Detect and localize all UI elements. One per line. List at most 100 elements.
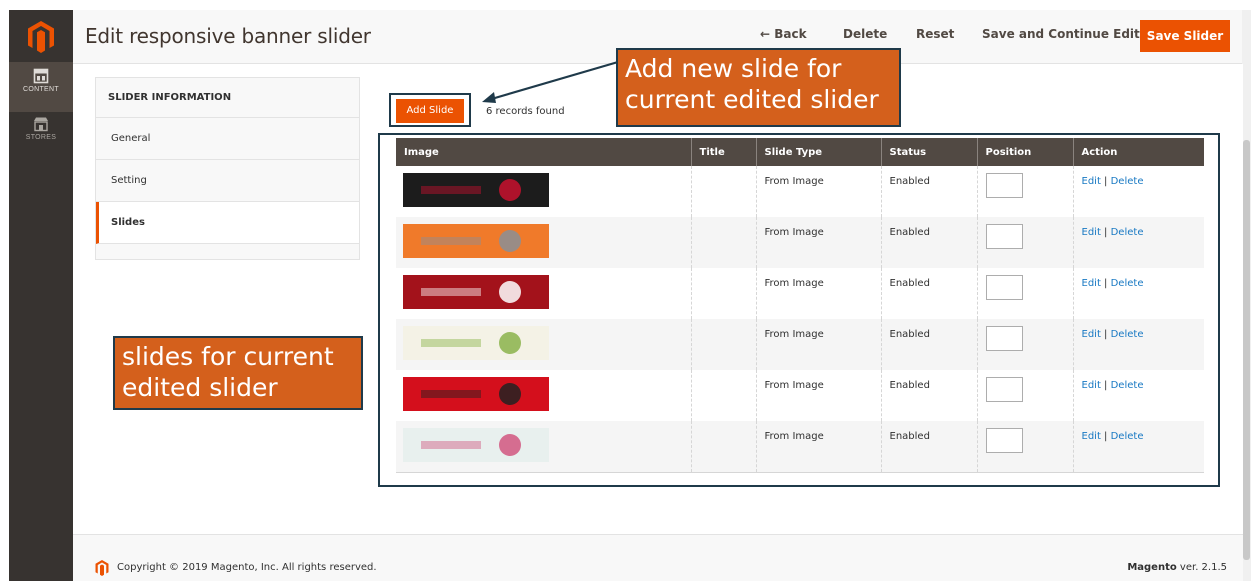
thumbnail-accent [499, 383, 521, 405]
delete-link[interactable]: Delete [1111, 176, 1144, 187]
save-continue-button[interactable]: Save and Continue Edit [982, 27, 1140, 41]
table-row: From Image Enabled Edit | Delete [396, 370, 1204, 421]
slide-thumbnail [403, 173, 549, 207]
position-input[interactable] [985, 326, 1023, 351]
cell-status: Enabled [881, 217, 978, 268]
brand-name: Magento [1127, 562, 1177, 573]
cell-action: Edit | Delete [1073, 166, 1204, 217]
callout-add-slide: Add new slide for current edited slider [616, 48, 901, 127]
edit-link[interactable]: Edit [1082, 278, 1101, 289]
thumbnail-band [421, 237, 481, 245]
cell-position [977, 166, 1074, 217]
stores-icon [34, 117, 48, 132]
cell-action: Edit | Delete [1073, 319, 1204, 370]
cell-status: Enabled [881, 268, 978, 319]
save-slider-button[interactable]: Save Slider [1140, 20, 1230, 52]
delete-link[interactable]: Delete [1111, 329, 1144, 340]
cell-slide-type: From Image [756, 319, 882, 370]
scrollbar-thumb[interactable] [1243, 140, 1250, 560]
version-number: ver. 2.1.5 [1176, 562, 1227, 573]
cell-slide-type: From Image [756, 217, 882, 268]
cell-title [691, 319, 757, 370]
tab-setting[interactable]: Setting [96, 160, 359, 202]
delete-link[interactable]: Delete [1111, 380, 1144, 391]
cell-image [396, 370, 692, 421]
thumbnail-accent [499, 281, 521, 303]
position-input[interactable] [985, 377, 1023, 402]
edit-link[interactable]: Edit [1082, 380, 1101, 391]
delete-link[interactable]: Delete [1111, 431, 1144, 442]
cell-slide-type: From Image [756, 268, 882, 319]
position-input[interactable] [985, 173, 1023, 198]
cell-position [977, 217, 1074, 268]
position-input[interactable] [985, 224, 1023, 249]
magento-logo-icon[interactable] [27, 20, 55, 54]
admin-page: CONTENT STORES Edit responsive banner sl… [0, 0, 1251, 581]
column-header-title[interactable]: Title [691, 138, 757, 166]
thumbnail-band [421, 390, 481, 398]
cell-position [977, 319, 1074, 370]
cell-title [691, 421, 757, 473]
edit-link[interactable]: Edit [1082, 431, 1101, 442]
cell-slide-type: From Image [756, 421, 882, 473]
thumbnail-accent [499, 230, 521, 252]
cell-status: Enabled [881, 319, 978, 370]
delete-link[interactable]: Delete [1111, 227, 1144, 238]
table-row: From Image Enabled Edit | Delete [396, 217, 1204, 268]
action-separator: | [1100, 278, 1111, 289]
add-slide-button[interactable]: Add Slide [396, 99, 464, 123]
action-separator: | [1100, 227, 1111, 238]
cell-slide-type: From Image [756, 370, 882, 421]
content-icon [33, 68, 49, 84]
cell-image [396, 217, 692, 268]
magento-footer-logo-icon [95, 560, 109, 576]
cell-status: Enabled [881, 421, 978, 473]
slider-tabs: SLIDER INFORMATION General Setting Slide… [95, 77, 360, 260]
thumbnail-band [421, 186, 481, 194]
slide-thumbnail [403, 224, 549, 258]
page-scrollbar[interactable] [1242, 10, 1251, 581]
slide-thumbnail [403, 428, 549, 462]
cell-status: Enabled [881, 370, 978, 421]
table-row: From Image Enabled Edit | Delete [396, 268, 1204, 319]
grid-header-row: Image Title Slide Type Status Position A… [396, 138, 1204, 166]
delete-button[interactable]: Delete [843, 27, 887, 41]
nav-item-label: CONTENT [23, 86, 59, 93]
cell-status: Enabled [881, 166, 978, 217]
page-title: Edit responsive banner slider [85, 24, 371, 48]
action-separator: | [1100, 380, 1111, 391]
edit-link[interactable]: Edit [1082, 329, 1101, 340]
cell-image [396, 268, 692, 319]
delete-link[interactable]: Delete [1111, 278, 1144, 289]
page-footer: Copyright © 2019 Magento, Inc. All right… [73, 534, 1243, 581]
cell-action: Edit | Delete [1073, 268, 1204, 319]
column-header-position[interactable]: Position [977, 138, 1074, 166]
cell-action: Edit | Delete [1073, 421, 1204, 473]
column-header-image[interactable]: Image [396, 138, 692, 166]
cell-position [977, 421, 1074, 473]
cell-image [396, 421, 692, 473]
tab-slides[interactable]: Slides [96, 202, 359, 244]
edit-link[interactable]: Edit [1082, 227, 1101, 238]
slide-thumbnail [403, 275, 549, 309]
cell-title [691, 217, 757, 268]
edit-link[interactable]: Edit [1082, 176, 1101, 187]
column-header-status[interactable]: Status [881, 138, 978, 166]
nav-item-content[interactable]: CONTENT [9, 62, 73, 112]
reset-button[interactable]: Reset [916, 27, 954, 41]
thumbnail-accent [499, 434, 521, 456]
cell-action: Edit | Delete [1073, 217, 1204, 268]
table-row: From Image Enabled Edit | Delete [396, 319, 1204, 370]
action-separator: | [1100, 329, 1111, 340]
back-button[interactable]: ← Back [760, 27, 807, 41]
cell-action: Edit | Delete [1073, 370, 1204, 421]
position-input[interactable] [985, 275, 1023, 300]
slides-grid: Image Title Slide Type Status Position A… [396, 138, 1204, 473]
column-header-action[interactable]: Action [1073, 138, 1204, 166]
nav-item-stores[interactable]: STORES [9, 110, 73, 160]
copyright-text: Copyright © 2019 Magento, Inc. All right… [117, 562, 377, 573]
column-header-slide-type[interactable]: Slide Type [756, 138, 882, 166]
admin-sidebar: CONTENT STORES [9, 10, 73, 581]
position-input[interactable] [985, 428, 1023, 453]
tab-general[interactable]: General [96, 118, 359, 160]
